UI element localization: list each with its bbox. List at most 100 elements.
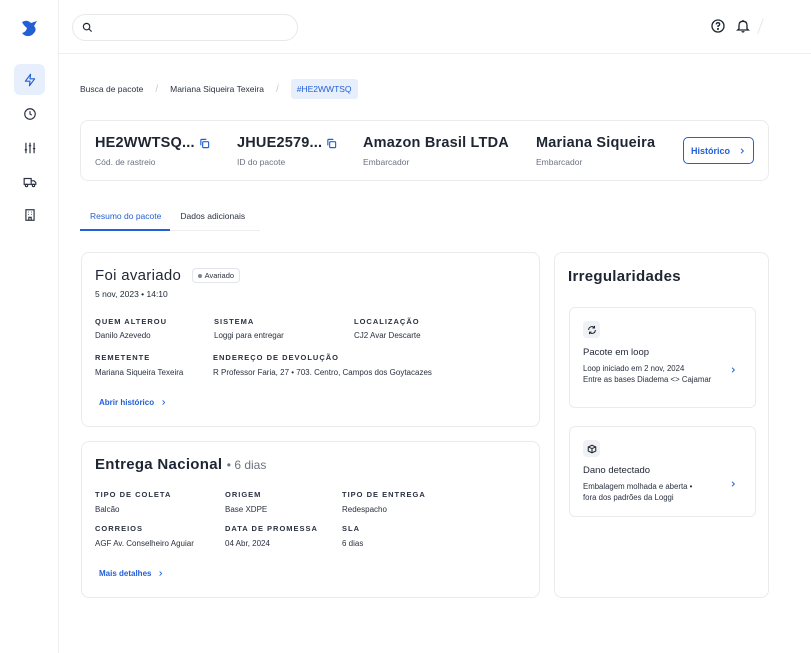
- shipper2-block: Mariana Siqueira Embarcador: [536, 135, 655, 167]
- package-id-block: JHUE2579... ID do pacote: [237, 135, 337, 167]
- breadcrumb-item-customer[interactable]: Mariana Siqueira Texeira: [170, 84, 264, 94]
- open-history-link[interactable]: Abrir histórico: [99, 398, 167, 407]
- irregularities-panel: Irregularidades Pacote em loop Loop inic…: [554, 252, 769, 598]
- breadcrumb: Busca de pacote / Mariana Siqueira Texei…: [80, 78, 358, 100]
- origin-value: Base XDPE: [225, 505, 268, 514]
- clock-icon: [23, 107, 36, 120]
- chevron-right-icon: [731, 367, 736, 373]
- copy-icon[interactable]: [326, 138, 337, 149]
- return-address-label: ENDEREÇO DE DEVOLUÇÃO: [213, 353, 340, 362]
- breadcrumb-separator: /: [275, 83, 279, 95]
- nav-item-history[interactable]: [14, 98, 45, 129]
- topbar: [59, 0, 811, 54]
- sliders-icon: [24, 142, 35, 153]
- loop-icon: [587, 325, 596, 334]
- zap-icon: [24, 73, 35, 86]
- package-id-label: ID do pacote: [237, 157, 286, 167]
- sla-label: SLA: [342, 524, 360, 533]
- shipper-label: Embarcador: [363, 157, 410, 167]
- status-dot-icon: [197, 273, 202, 278]
- sla-value: 6 dias: [342, 539, 364, 548]
- irregularity-icon-box: [583, 321, 600, 338]
- irregularity-description-line: Embalagem molhada e aberta •: [583, 482, 693, 491]
- truck-icon: [23, 177, 36, 187]
- sidebar: [0, 0, 59, 653]
- irregularity-description-line: fora dos padrões da Loggi: [583, 493, 674, 502]
- sender-value: Mariana Siqueira Texeira: [95, 368, 184, 377]
- delivery-type-value: Redespacho: [342, 505, 387, 514]
- more-details-link[interactable]: Mais detalhes: [99, 569, 164, 578]
- tab-package-summary[interactable]: Resumo do pacote: [80, 206, 171, 231]
- tracking-code-label: Cód. de rastreio: [95, 157, 156, 167]
- copy-icon[interactable]: [199, 138, 210, 149]
- irregularity-title: Pacote em loop: [583, 347, 650, 358]
- nav-item-delivery[interactable]: [14, 166, 45, 197]
- topbar-divider: [757, 18, 764, 34]
- chevron-right-icon: [740, 147, 745, 154]
- search-icon: [82, 22, 93, 33]
- nav-item-settings[interactable]: [14, 132, 45, 163]
- delivery-duration: • 6 dias: [226, 458, 267, 472]
- pickup-type-value: Balcão: [95, 505, 120, 514]
- system-label: SISTEMA: [214, 317, 255, 326]
- package-header-card: HE2WWTSQ... Cód. de rastreio JHUE2579...…: [80, 120, 769, 181]
- location-label: LOCALIZAÇÃO: [354, 317, 420, 326]
- damage-title: Foi avariado: [95, 267, 182, 284]
- irregularity-description: Embalagem molhada e aberta • fora dos pa…: [583, 481, 723, 503]
- tracking-code-block: HE2WWTSQ... Cód. de rastreio: [95, 135, 210, 167]
- status-badge-label: Avariado: [204, 271, 235, 281]
- damage-card: Foi avariado Avariado 5 nov, 2023 • 14:1…: [81, 252, 540, 427]
- return-address-value: R Professor Faria, 27 • 703. Centro, Cam…: [213, 368, 432, 377]
- delivery-title-row: Entrega Nacional • 6 dias: [95, 456, 266, 474]
- irregularity-description-line: Entre as bases Diadema <> Cajamar: [583, 375, 712, 384]
- chevron-right-icon: [159, 571, 163, 576]
- location-value: CJ2 Avar Descarte: [354, 331, 421, 340]
- history-button-label: Histórico: [690, 145, 730, 156]
- help-icon[interactable]: [710, 18, 726, 34]
- irregularity-card-loop[interactable]: Pacote em loop Loop iniciado em 2 nov, 2…: [569, 307, 756, 408]
- loggi-logo-icon[interactable]: [18, 16, 42, 40]
- breadcrumb-item-search[interactable]: Busca de pacote: [80, 84, 143, 94]
- search-input[interactable]: [72, 14, 298, 41]
- breadcrumb-item-package[interactable]: #HE2WWTSQ: [290, 79, 358, 99]
- tab-additional-data[interactable]: Dados adicionais: [170, 206, 254, 230]
- breadcrumb-separator: /: [155, 83, 159, 95]
- who-changed-value: Danilo Azevedo: [95, 331, 151, 340]
- system-value: Loggi para entregar: [214, 331, 284, 340]
- origin-label: ORIGEM: [225, 490, 262, 499]
- building-icon: [24, 208, 35, 221]
- shipper-name: Amazon Brasil LTDA: [363, 135, 509, 151]
- post-office-value: AGF Av. Conselheiro Aguiar: [95, 539, 194, 548]
- post-office-label: CORREIOS: [95, 524, 144, 533]
- delivery-type-label: TIPO DE ENTREGA: [342, 490, 426, 499]
- sender-label: REMETENTE: [95, 353, 151, 362]
- damage-datetime: 5 nov, 2023 • 14:10: [95, 289, 168, 299]
- package-damage-icon: [587, 444, 596, 453]
- damage-title-row: Foi avariado Avariado: [95, 267, 241, 285]
- chevron-right-icon: [162, 400, 166, 405]
- tracking-code: HE2WWTSQ...: [95, 135, 195, 151]
- delivery-title: Entrega Nacional: [95, 456, 223, 473]
- shipper-block: Amazon Brasil LTDA Embarcador: [363, 135, 509, 167]
- irregularities-title: Irregularidades: [568, 268, 681, 285]
- more-details-link-label: Mais detalhes: [99, 569, 152, 578]
- irregularity-description-line: Loop iniciado em 2 nov, 2024: [583, 364, 685, 373]
- promise-date-label: DATA DE PROMESSA: [225, 524, 318, 533]
- nav-item-bases[interactable]: [14, 199, 45, 230]
- who-changed-label: QUEM ALTEROU: [95, 317, 167, 326]
- irregularity-card-damage[interactable]: Dano detectado Embalagem molhada e abert…: [569, 426, 756, 517]
- history-button[interactable]: Histórico: [683, 137, 754, 164]
- nav-item-activity[interactable]: [14, 64, 45, 95]
- irregularity-title: Dano detectado: [583, 465, 651, 476]
- shipper2-name: Mariana Siqueira: [536, 135, 656, 151]
- package-id: JHUE2579...: [237, 135, 323, 151]
- chevron-right-icon: [731, 481, 736, 487]
- promise-date-value: 04 Abr, 2024: [225, 539, 270, 548]
- status-badge: Avariado: [191, 268, 241, 284]
- open-history-link-label: Abrir histórico: [99, 398, 155, 407]
- shipper2-label: Embarcador: [536, 157, 583, 167]
- irregularity-icon-box: [583, 440, 600, 457]
- irregularity-description: Loop iniciado em 2 nov, 2024 Entre as ba…: [583, 363, 723, 385]
- delivery-card: Entrega Nacional • 6 dias TIPO DE COLETA…: [81, 441, 540, 598]
- bell-icon[interactable]: [735, 18, 751, 34]
